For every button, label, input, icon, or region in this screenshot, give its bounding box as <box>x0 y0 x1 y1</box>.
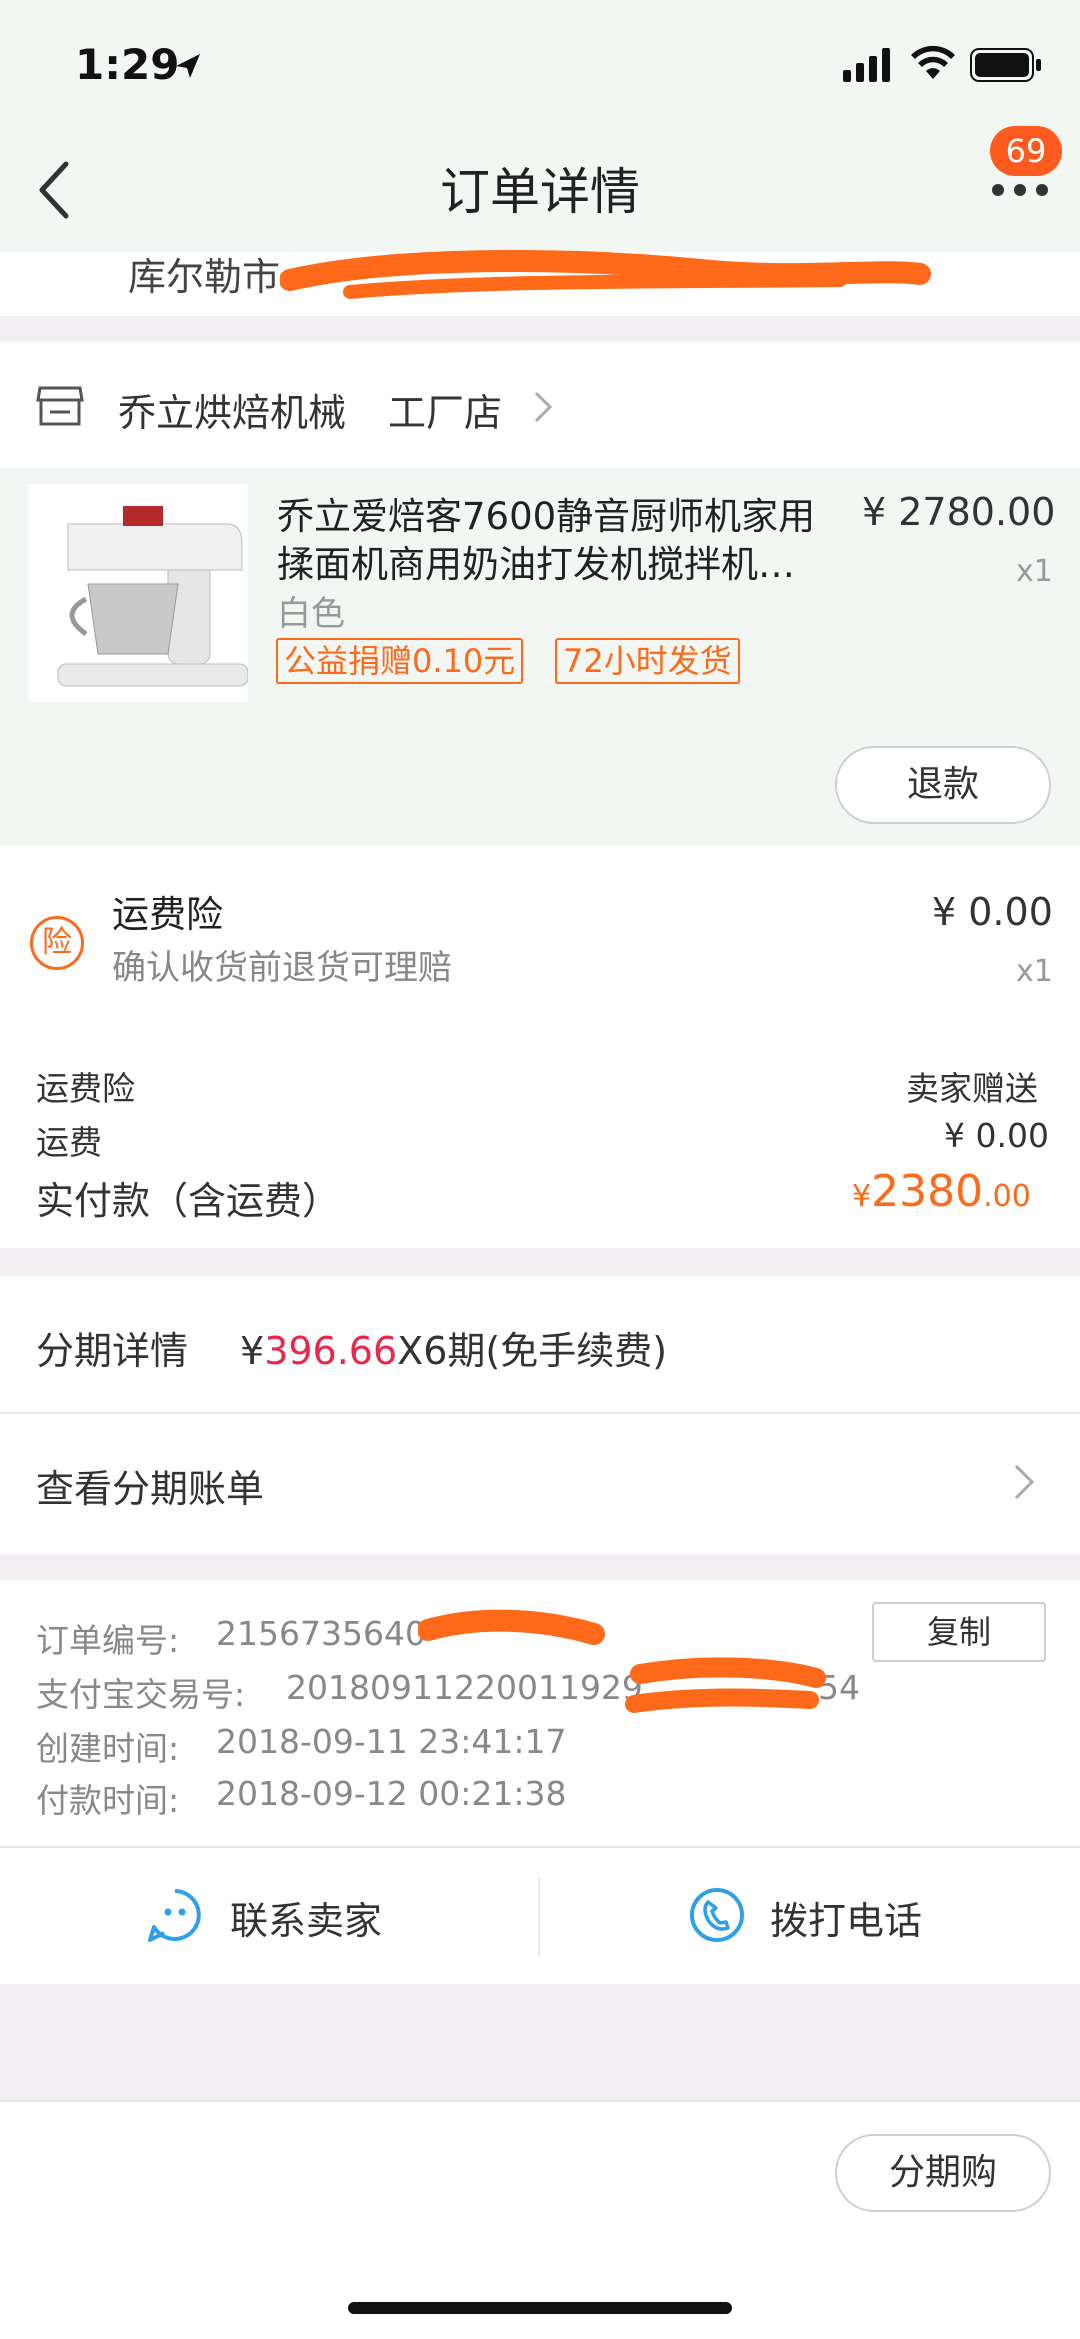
order-no-label: 订单编号: <box>36 1621 180 1660</box>
order-no: 2156735640 <box>216 1614 426 1653</box>
tag-shipping: 72小时发货 <box>555 638 740 684</box>
divider <box>0 1412 1080 1414</box>
product-image[interactable] <box>28 484 249 702</box>
contact-seller-label: 联系卖家 <box>230 1899 383 1943</box>
phone-icon <box>690 1888 744 1942</box>
view-installment-bill[interactable]: 查看分期账单 <box>36 1458 264 1513</box>
battery-icon <box>970 48 1041 82</box>
product-qty: x1 <box>1016 554 1053 589</box>
insurance-desc: 确认收货前退货可理赔 <box>112 948 452 988</box>
summary-insurance-label: 运费险 <box>36 1069 135 1108</box>
chevron-right-icon[interactable] <box>1012 1462 1036 1502</box>
insurance-icon: 险 <box>30 916 84 970</box>
wifi-icon <box>911 45 955 79</box>
vertical-divider <box>538 1878 540 1956</box>
stand-mixer-image <box>57 506 249 687</box>
alipay-no-head: 20180911220011929 <box>286 1668 643 1707</box>
redaction-scribble <box>280 250 931 299</box>
call-phone-button[interactable]: 拨打电话 <box>684 1880 1004 1952</box>
paid-time: 2018-09-12 00:21:38 <box>216 1774 567 1813</box>
insurance-name: 运费险 <box>112 893 223 936</box>
installment-suffix: X6期(免手续费) <box>397 1329 668 1373</box>
created-label: 创建时间: <box>36 1729 180 1768</box>
chat-face-icon <box>148 1889 201 1942</box>
copy-button[interactable]: 复制 <box>872 1602 1046 1662</box>
installment-detail: ¥396.66X6期(免手续费) <box>240 1320 667 1375</box>
section-separator <box>0 1248 1080 1276</box>
shop-type: 工厂店 <box>388 391 503 435</box>
home-indicator <box>348 2302 732 2314</box>
alipay-label: 支付宝交易号: <box>36 1675 246 1714</box>
created-time: 2018-09-11 23:41:17 <box>216 1722 567 1761</box>
insurance-price: ¥ 0.00 <box>932 890 1053 934</box>
shop-name[interactable]: 乔立烘焙机械 <box>118 382 346 437</box>
redaction-scribble <box>418 1609 605 1645</box>
installment-currency: ¥ <box>240 1329 265 1373</box>
product-title-line1[interactable]: 乔立爱焙客7600静音厨师机家用 <box>277 486 815 540</box>
paid-label: 实付款（含运费） <box>36 1179 341 1223</box>
refund-button[interactable]: 退款 <box>835 746 1051 824</box>
product-title-line2[interactable]: 揉面机商用奶油打发机搅拌机… <box>277 534 795 588</box>
installment-amount: 396.66 <box>264 1329 398 1373</box>
message-badge: 69 <box>990 126 1062 176</box>
paid-int: 2380 <box>871 1166 984 1217</box>
status-time: 1:29 <box>75 40 180 89</box>
paid-currency: ¥ <box>852 1179 872 1214</box>
paid-time-label: 付款时间: <box>36 1781 180 1820</box>
installment-label: 分期详情 <box>36 1329 189 1373</box>
signal-icon <box>843 48 890 82</box>
location-arrow-icon <box>176 54 200 78</box>
insurance-qty: x1 <box>1016 954 1053 989</box>
contact-seller-button[interactable]: 联系卖家 <box>140 1880 440 1952</box>
tag-charity: 公益捐赠0.10元 <box>276 638 524 684</box>
section-separator <box>0 1554 1080 1580</box>
address-city: 库尔勒市 <box>128 255 281 299</box>
installment-buy-button[interactable]: 分期购 <box>835 2134 1051 2212</box>
product-price: ¥ 2780.00 <box>862 490 1056 534</box>
paid-amount: ¥2380.00 <box>852 1166 1031 1217</box>
section-separator <box>0 1984 1080 2100</box>
summary-shipping-value: ¥ 0.00 <box>944 1116 1049 1155</box>
summary-insurance-value: 卖家赠送 <box>906 1069 1038 1108</box>
more-icon[interactable] <box>990 182 1050 198</box>
section-separator <box>0 316 1080 342</box>
summary-shipping-label: 运费 <box>36 1123 102 1162</box>
paid-dec: .00 <box>983 1179 1031 1214</box>
product-variant: 白色 <box>277 594 345 634</box>
redaction-scribble <box>625 1657 826 1713</box>
call-phone-label: 拨打电话 <box>770 1899 923 1943</box>
shop-icon <box>36 386 84 426</box>
page-title: 订单详情 <box>440 163 640 221</box>
chevron-right-icon <box>534 391 553 423</box>
